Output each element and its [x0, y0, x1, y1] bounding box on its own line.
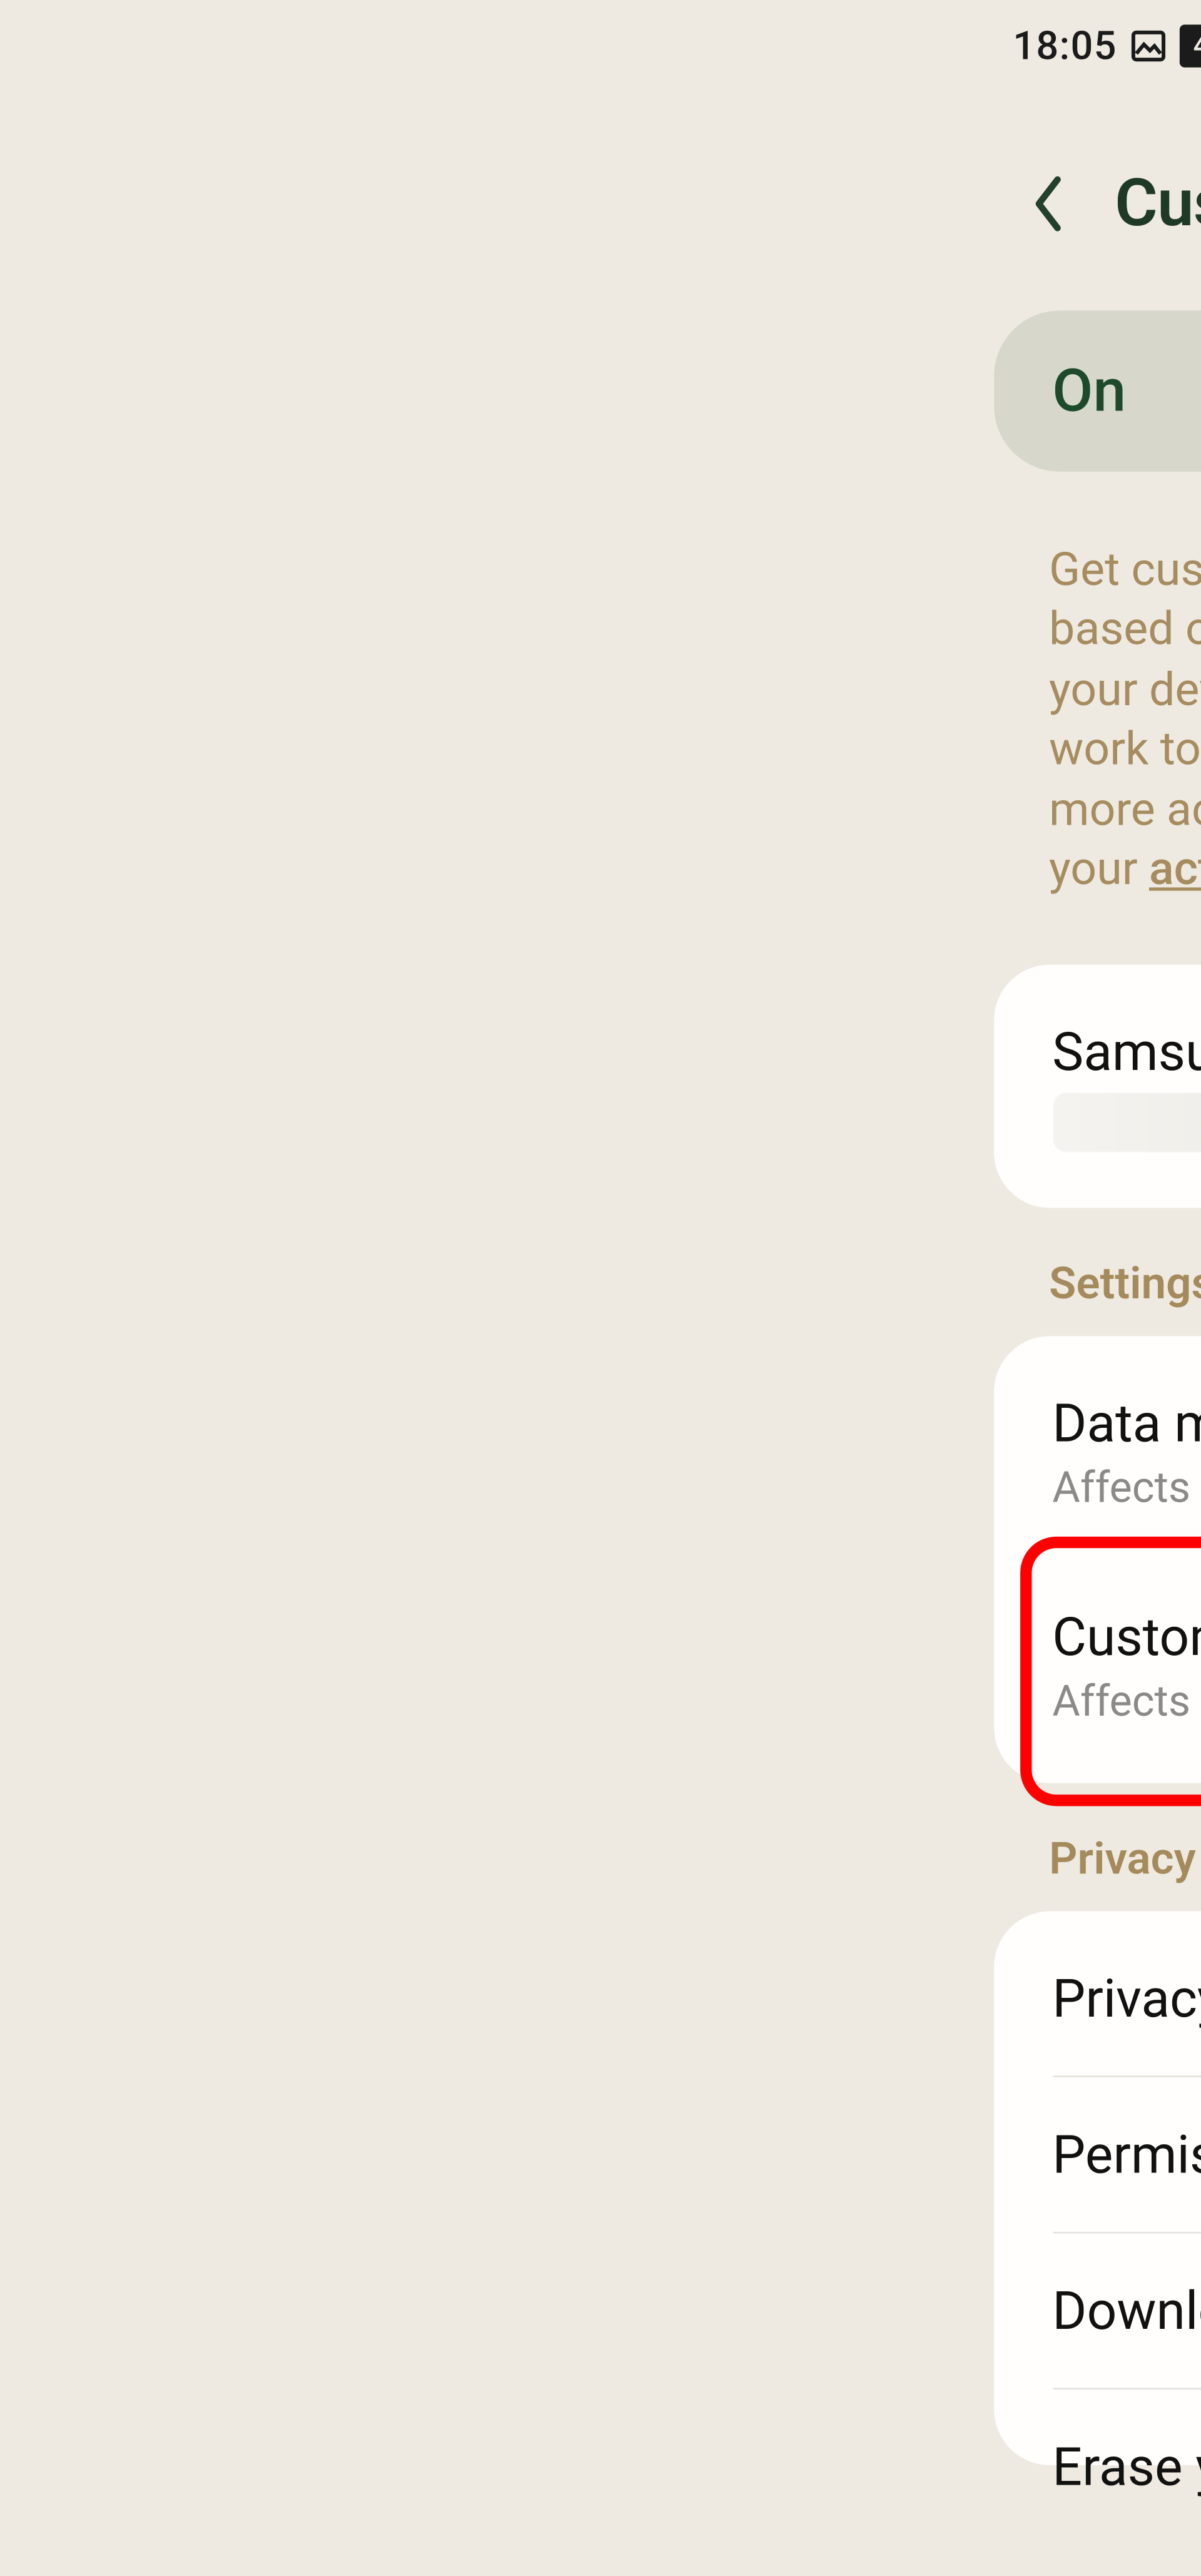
customized-apps-sub: Affects this phone only: [1052, 1679, 1201, 1728]
data-management-title: Data management: [1052, 1393, 1201, 1455]
permissions-item[interactable]: Permissions: [993, 2078, 1201, 2232]
account-card: Samsung account: [993, 965, 1201, 1209]
status-bar: 18:05 47 • Vo)) LTE1: [976, 0, 1201, 86]
status-time: 18:05: [1013, 23, 1117, 69]
privacy-notice-item[interactable]: Privacy Notice: [993, 1922, 1201, 2076]
status-left: 18:05 47 •: [1013, 23, 1201, 69]
back-button[interactable]: [1016, 171, 1079, 234]
gallery-icon: [1130, 28, 1167, 64]
privacy-section-header: Privacy: [976, 1784, 1201, 1912]
erase-your-data-item[interactable]: Erase your data: [993, 2390, 1201, 2498]
chevron-left-icon: [1030, 175, 1066, 231]
settings-card: Data management Affects all your devices…: [993, 1336, 1201, 1783]
erase-your-data-title: Erase your data: [1052, 2436, 1201, 2498]
notification-count-badge: 47: [1180, 24, 1201, 67]
master-toggle-card[interactable]: On: [993, 310, 1201, 471]
customized-apps-item[interactable]: Customized apps Affects this phone only: [993, 1560, 1201, 1773]
page-title: Customization Service: [1115, 165, 1201, 242]
samsung-account-item[interactable]: Samsung account: [993, 975, 1201, 1198]
master-toggle-label: On: [1052, 357, 1126, 425]
service-description: Get customized content and recommendatio…: [976, 472, 1201, 965]
customized-apps-title: Customized apps: [1052, 1606, 1201, 1669]
activities-interests-link[interactable]: activities and interests: [1149, 842, 1201, 896]
permissions-title: Permissions: [1052, 2124, 1201, 2186]
privacy-card: Privacy Notice Permissions Download your…: [993, 1912, 1201, 2466]
gesture-nav-bar[interactable]: [976, 2510, 1201, 2572]
data-management-sub: Affects all your devices: [1052, 1465, 1201, 1514]
data-management-item[interactable]: Data management Affects all your devices: [993, 1347, 1201, 1560]
samsung-account-email-redacted: [1052, 1094, 1201, 1153]
page-header: Customization Service: [976, 86, 1201, 311]
privacy-notice-title: Privacy Notice: [1052, 1968, 1201, 2030]
samsung-account-title: Samsung account: [1052, 1021, 1201, 1084]
settings-section-header: Settings: [976, 1208, 1201, 1336]
download-your-data-item[interactable]: Download your data: [993, 2234, 1201, 2388]
download-your-data-title: Download your data: [1052, 2280, 1201, 2343]
